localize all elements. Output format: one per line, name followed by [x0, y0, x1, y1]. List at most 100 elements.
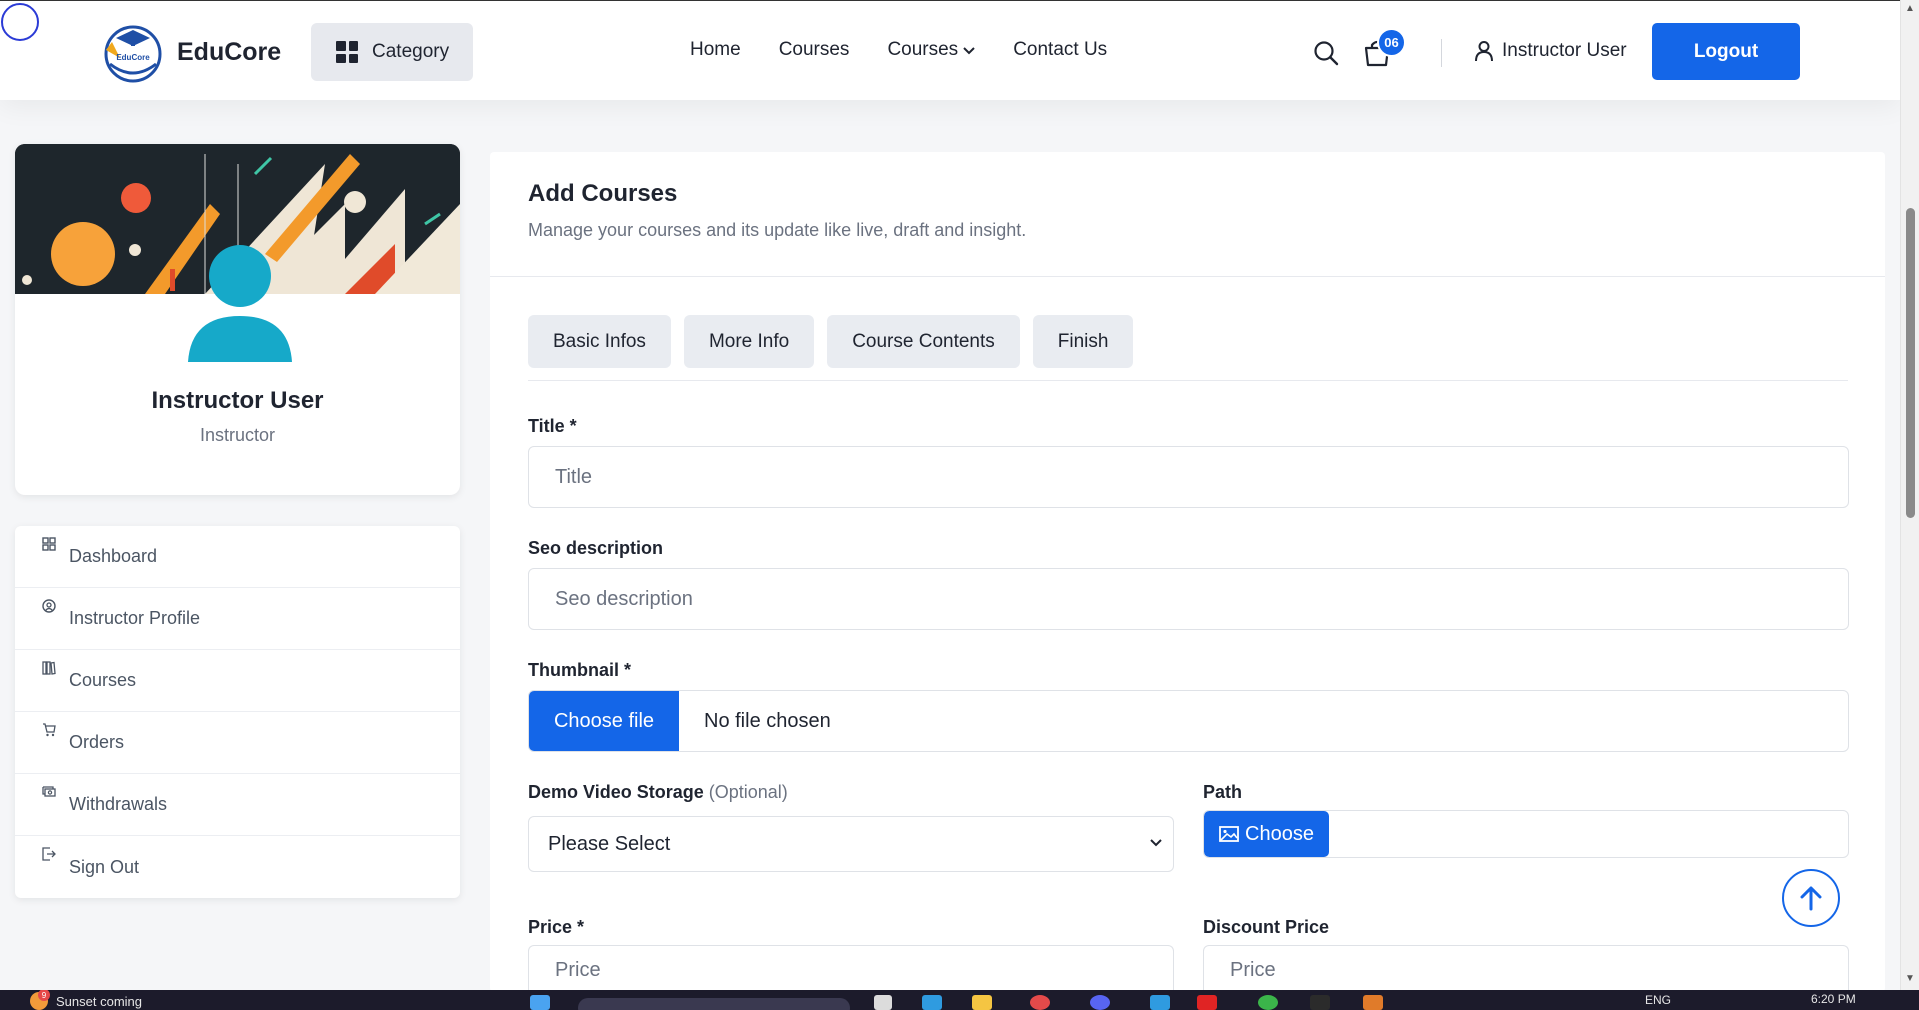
scroll-down-arrow-icon[interactable]: ▼ [1905, 973, 1915, 984]
demo-video-storage-select[interactable]: Please Select [528, 816, 1174, 872]
nav-contact[interactable]: Contact Us [1013, 39, 1107, 61]
site-header: EduCore EduCore Category Home Courses Co… [0, 0, 1900, 100]
path-input-group[interactable]: Choose [1203, 810, 1849, 858]
sidebar-item-label: Instructor Profile [69, 608, 201, 628]
sidebar-item-withdrawals[interactable]: Withdrawals [15, 774, 460, 836]
logo-mark-text: EduCore [116, 53, 150, 62]
chrome-browser-icon[interactable] [1030, 995, 1050, 1010]
sidebar-item-sign-out[interactable]: Sign Out [15, 836, 460, 898]
choose-path-label: Choose [1245, 822, 1314, 845]
nav-home[interactable]: Home [690, 39, 741, 61]
category-grid-icon [336, 41, 358, 63]
sidebar-item-label: Courses [69, 670, 137, 690]
thumbnail-label: Thumbnail * [528, 660, 631, 680]
seo-description-label: Seo description [528, 538, 664, 558]
sign-out-icon [42, 847, 56, 861]
page-subtitle: Manage your courses and its update like … [528, 220, 1027, 240]
optional-hint: (Optional) [708, 782, 788, 802]
scrollbar-thumb[interactable] [1906, 208, 1915, 518]
cursor-indicator [1, 3, 39, 41]
file-status-text: No file chosen [704, 709, 831, 732]
user-name-label: Instructor User [1502, 40, 1627, 61]
tabs-divider [528, 380, 1848, 381]
page-scrollbar[interactable]: ▲ ▼ [1900, 0, 1919, 990]
weather-text: Sunset coming [56, 993, 142, 1009]
demo-video-storage-label-text: Demo Video Storage [528, 782, 704, 802]
brand-name: EduCore [177, 37, 282, 66]
profile-name: Instructor User [151, 387, 324, 414]
user-account-link[interactable]: Instructor User [1474, 40, 1627, 62]
tab-course-contents[interactable]: Course Contents [827, 315, 1020, 368]
file-explorer-icon[interactable] [972, 995, 992, 1010]
tab-finish[interactable]: Finish [1032, 315, 1134, 368]
taskbar-language[interactable]: ENG [1645, 993, 1671, 1007]
weather-sun-icon: 9 [30, 990, 50, 1010]
discord-icon[interactable] [1090, 995, 1110, 1010]
sidebar-item-orders[interactable]: Orders [15, 712, 460, 774]
sidebar-menu: Dashboard Instructor Profile Courses Ord… [15, 526, 460, 898]
app-orange-icon[interactable] [1363, 995, 1383, 1010]
sidebar-item-label: Dashboard [69, 546, 158, 566]
task-view-icon[interactable] [874, 995, 892, 1010]
sidebar-item-label: Sign Out [69, 856, 140, 877]
taskbar-search-box[interactable] [578, 998, 850, 1010]
logout-button[interactable]: Logout [1652, 23, 1800, 80]
cart-count-badge: 06 [1377, 28, 1406, 57]
nav-courses-dropdown[interactable]: Courses [887, 39, 975, 61]
chevron-down-icon [963, 43, 975, 58]
path-label: Path [1203, 782, 1243, 802]
taskbar-clock[interactable]: 6:20 PM [1811, 992, 1856, 1006]
brand-logo[interactable]: EduCore EduCore [98, 20, 281, 84]
vscode-icon[interactable] [1150, 995, 1170, 1010]
nav-courses-dropdown-label: Courses [887, 39, 959, 60]
tab-basic-infos[interactable]: Basic Infos [528, 315, 671, 368]
weather-badge: 9 [38, 990, 50, 1001]
main-nav: Home Courses Courses Contact Us [690, 39, 1145, 61]
scroll-to-top-button[interactable] [1782, 869, 1840, 927]
user-icon [1475, 41, 1493, 62]
sidebar-item-dashboard[interactable]: Dashboard [15, 526, 460, 588]
discount-price-label: Discount Price [1203, 917, 1330, 937]
page-title: Add Courses [528, 180, 678, 207]
demo-video-storage-label: Demo Video Storage (Optional) [528, 782, 788, 803]
search-icon[interactable] [1313, 40, 1339, 66]
avatar[interactable] [185, 244, 295, 369]
books-icon [42, 661, 56, 675]
chevron-down-icon [1150, 834, 1162, 850]
edge-browser-icon[interactable] [922, 995, 942, 1010]
windows-start-icon[interactable] [530, 995, 550, 1010]
choose-path-button[interactable]: Choose [1204, 811, 1329, 857]
sidebar-item-instructor-profile[interactable]: Instructor Profile [15, 588, 460, 650]
dashboard-icon [42, 537, 56, 551]
form-tabs: Basic Infos More Info Course Contents Fi… [528, 315, 1146, 368]
price-input[interactable]: Price [528, 945, 1174, 995]
profile-card: Instructor User Instructor [15, 144, 460, 495]
scroll-up-arrow-icon[interactable]: ▲ [1905, 3, 1915, 14]
price-label: Price * [528, 917, 585, 937]
tab-more-info[interactable]: More Info [683, 315, 815, 368]
profile-role: Instructor [199, 425, 276, 445]
category-label: Category [372, 41, 450, 62]
seo-description-input[interactable]: Seo description [528, 568, 1849, 630]
header-divider [1441, 39, 1442, 67]
discount-price-input[interactable]: Price [1203, 945, 1849, 995]
thumbnail-file-input[interactable]: Choose file No file chosen [528, 690, 1849, 752]
user-circle-icon [42, 599, 56, 613]
nav-courses[interactable]: Courses [779, 39, 850, 61]
section-divider [490, 276, 1885, 277]
sidebar-item-courses[interactable]: Courses [15, 650, 460, 712]
taskbar-weather-widget[interactable]: 9 Sunset coming [30, 990, 142, 1010]
arrow-up-icon [1800, 886, 1822, 911]
title-input[interactable]: Title [528, 446, 1849, 508]
category-button[interactable]: Category [311, 23, 473, 81]
logo-emblem-icon: EduCore [98, 20, 168, 84]
whatsapp-icon[interactable] [1258, 995, 1278, 1010]
cart-icon [42, 723, 56, 737]
sidebar-item-label: Orders [69, 732, 125, 752]
title-label: Title * [528, 416, 577, 436]
app-red-icon[interactable] [1197, 995, 1217, 1010]
main-content-panel: Add Courses Manage your courses and its … [490, 152, 1885, 995]
select-value: Please Select [548, 832, 671, 855]
choose-file-button[interactable]: Choose file [529, 691, 679, 751]
terminal-icon[interactable] [1310, 995, 1330, 1010]
